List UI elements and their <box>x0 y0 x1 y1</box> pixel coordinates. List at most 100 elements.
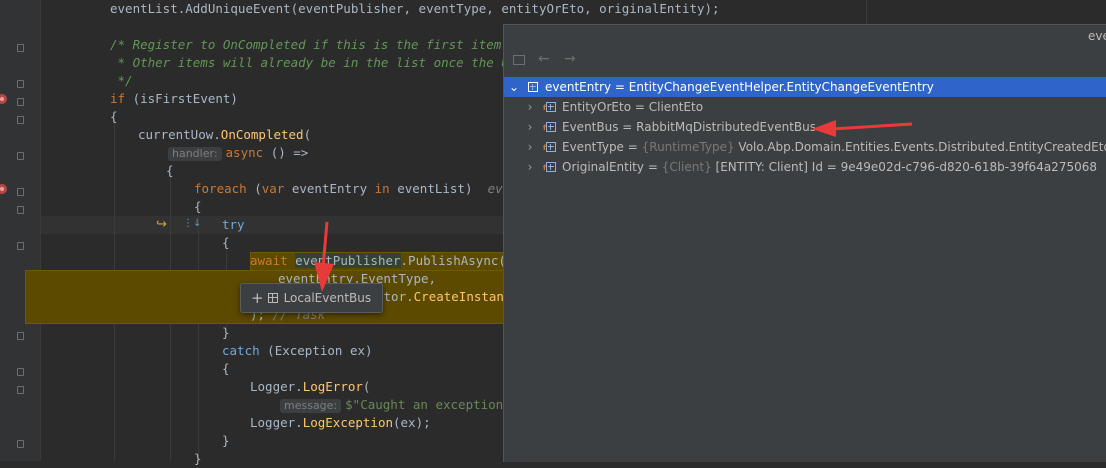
comment-text: * Other items will already be in the lis… <box>110 55 524 70</box>
folder-icon[interactable] <box>513 55 525 65</box>
field-name: EntityOrEto <box>562 100 632 114</box>
tab-separator <box>866 0 867 24</box>
code-line[interactable]: } <box>194 450 202 468</box>
field-type: {Client} <box>661 160 712 174</box>
debug-evaluate-panel[interactable]: ← → ⌄ eventEntry = EntityChangeEventHelp… <box>503 24 1106 462</box>
tree-row[interactable]: › f EventBus = RabbitMqDistributedEventB… <box>504 117 1106 137</box>
code-line[interactable]: { <box>222 234 230 252</box>
tree-row[interactable]: › f OriginalEntity = {Client} [ENTITY: C… <box>504 157 1106 177</box>
field-value: ClientEto <box>648 100 704 114</box>
fold-marker-icon[interactable] <box>17 80 24 88</box>
fold-marker-icon[interactable] <box>17 188 24 196</box>
code-line[interactable]: { <box>222 360 230 378</box>
code-text: ( <box>362 379 371 394</box>
code-line-foreach[interactable]: foreach (var eventEntry in eventList) ev… <box>194 180 533 198</box>
fold-marker-icon[interactable] <box>17 98 24 106</box>
keyword: try <box>222 217 245 232</box>
step-into-icon[interactable]: ↪ <box>156 217 167 232</box>
fold-marker-icon[interactable] <box>17 152 24 160</box>
back-arrow-icon[interactable]: ← <box>538 51 550 67</box>
chevron-down-icon[interactable]: ⌄ <box>508 77 520 97</box>
code-line[interactable]: Logger.LogException(ex); <box>250 414 431 432</box>
fold-marker-icon[interactable] <box>17 206 24 214</box>
code-line[interactable]: message: $"Caught an exception wh <box>280 396 526 414</box>
object-icon <box>267 293 278 303</box>
chevron-right-icon[interactable]: › <box>524 97 536 117</box>
indent-guide <box>198 215 199 461</box>
code-comment[interactable]: */ <box>110 72 133 90</box>
code-line[interactable]: } <box>222 324 230 342</box>
keyword: catch <box>222 343 260 358</box>
chevron-right-icon[interactable]: › <box>524 157 536 177</box>
field-icon: f <box>543 102 556 112</box>
code-line[interactable]: Logger.LogError( <box>250 378 370 396</box>
code-line[interactable]: ator.CreateInstan <box>376 288 504 306</box>
code-text: Logger. <box>250 379 303 394</box>
tree-row[interactable]: › f EventType = {RuntimeType} Volo.Abp.D… <box>504 137 1106 157</box>
fold-marker-icon[interactable] <box>17 332 24 340</box>
code-text: eventList.AddUniqueEvent(eventPublisher,… <box>110 1 720 16</box>
tree-root-row[interactable]: ⌄ eventEntry = EntityChangeEventHelper.E… <box>504 77 1106 97</box>
code-text: eventEntry <box>284 181 375 196</box>
field-value: [ENTITY: Client] Id = 9e49e02d-c796-d820… <box>715 160 1097 174</box>
code-line[interactable]: { <box>110 108 118 126</box>
method-name: OnCompleted <box>220 127 304 142</box>
object-icon <box>528 82 538 92</box>
keyword: await <box>250 253 288 268</box>
equals-sign: = <box>618 120 637 134</box>
code-text: (ex); <box>393 415 431 430</box>
fold-marker-icon[interactable] <box>17 242 24 250</box>
code-comment[interactable]: /* Register to OnCompleted if this is th… <box>110 36 509 54</box>
code-text: currentUow. <box>138 127 221 142</box>
code-text: ( <box>303 127 312 142</box>
breakpoint-icon[interactable] <box>0 94 7 104</box>
fold-marker-icon[interactable] <box>17 440 24 448</box>
value-tooltip[interactable]: + LocalEventBus <box>240 283 383 313</box>
field-icon: f <box>543 122 556 132</box>
code-text: (isFirstEvent) <box>125 91 238 106</box>
brace: { <box>194 199 202 214</box>
keyword: foreach <box>194 181 247 196</box>
field-icon: f <box>543 162 556 172</box>
fold-marker-icon[interactable] <box>17 116 24 124</box>
keyword: async <box>225 145 264 160</box>
list-icon[interactable]: ⋮↓ <box>183 218 201 229</box>
expand-plus-icon[interactable]: + <box>251 289 264 307</box>
equals-sign: = <box>623 140 642 154</box>
field-name: EventBus <box>562 120 619 134</box>
code-line[interactable]: } <box>222 432 230 450</box>
code-text: ( <box>246 181 262 196</box>
code-text: () => <box>263 145 309 160</box>
fold-marker-icon[interactable] <box>17 368 24 376</box>
code-line[interactable]: currentUow.OnCompleted( <box>138 126 311 144</box>
brace: } <box>222 325 230 340</box>
brace: { <box>222 235 230 250</box>
code-comment[interactable]: * Other items will already be in the lis… <box>110 54 524 72</box>
method-name: LogException <box>302 415 393 430</box>
equals-sign: = <box>631 100 649 114</box>
method-name: LogError <box>302 379 363 394</box>
chevron-right-icon[interactable]: › <box>524 137 536 157</box>
code-line[interactable]: { <box>194 198 202 216</box>
code-line-if[interactable]: if (isFirstEvent) <box>110 90 238 108</box>
panel-title: eve <box>1088 29 1106 43</box>
brace: { <box>166 163 174 178</box>
keyword: var <box>261 181 285 196</box>
comment-text: */ <box>110 73 133 88</box>
code-line-try[interactable]: try <box>222 216 245 234</box>
editor-gutter[interactable] <box>0 0 41 461</box>
current-line-highlight <box>41 216 503 234</box>
forward-arrow-icon[interactable]: → <box>564 51 576 67</box>
code-line-await[interactable]: await eventPublisher.PublishAsync( <box>250 252 506 270</box>
fold-marker-icon[interactable] <box>17 44 24 52</box>
breakpoint-icon[interactable] <box>0 184 7 194</box>
code-line[interactable]: { <box>166 162 174 180</box>
tree-row[interactable]: › f EntityOrEto = ClientEto <box>504 97 1106 117</box>
field-value: Volo.Abp.Domain.Entities.Events.Distribu… <box>738 140 1106 154</box>
code-text: Logger. <box>250 415 303 430</box>
code-line[interactable]: eventList.AddUniqueEvent(eventPublisher,… <box>110 0 720 18</box>
code-line[interactable]: handler: async () => <box>168 144 308 162</box>
code-line-catch[interactable]: catch (Exception ex) <box>222 342 373 360</box>
fold-marker-icon[interactable] <box>17 386 24 394</box>
chevron-right-icon[interactable]: › <box>524 117 536 137</box>
